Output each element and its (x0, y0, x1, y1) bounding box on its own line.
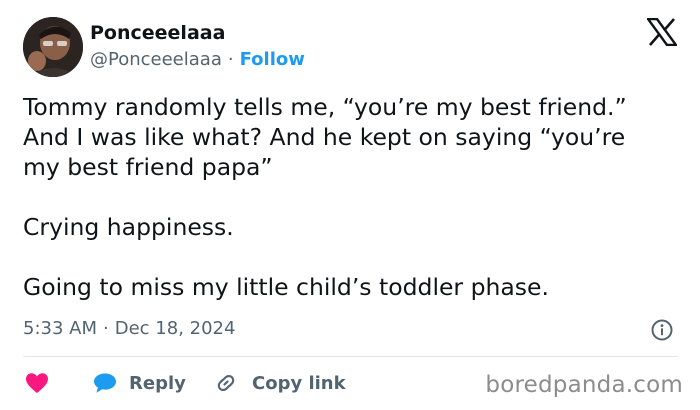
handle-row: @Ponceeelaaa · Follow (90, 49, 305, 70)
watermark: boredpanda.com (485, 372, 683, 398)
handle[interactable]: @Ponceeelaaa (90, 49, 222, 70)
speech-bubble-icon (94, 373, 116, 393)
follow-button[interactable]: Follow (240, 49, 305, 70)
avatar-photo (23, 17, 83, 77)
heart-icon (26, 373, 48, 393)
x-logo-icon[interactable] (645, 17, 679, 47)
reply-label: Reply (129, 372, 186, 394)
tweet-date: Dec 18, 2024 (114, 318, 236, 339)
link-icon (217, 374, 235, 392)
tweet-time: 5:33 AM (23, 318, 97, 339)
tweet-timestamp[interactable]: 5:33 AM · Dec 18, 2024 (23, 318, 235, 339)
divider (23, 356, 678, 357)
info-icon[interactable] (651, 319, 673, 341)
timestamp-separator: · (103, 318, 109, 339)
reply-button[interactable]: Reply (93, 368, 186, 398)
tweet-text: Tommy randomly tells me, “you’re my best… (23, 93, 627, 301)
avatar[interactable] (23, 17, 83, 77)
handle-separator: · (227, 49, 234, 70)
display-name[interactable]: Ponceeelaaa (90, 22, 225, 44)
like-button[interactable] (25, 368, 49, 398)
copy-link-label: Copy link (252, 372, 346, 394)
copy-link-button[interactable]: Copy link (214, 368, 346, 398)
